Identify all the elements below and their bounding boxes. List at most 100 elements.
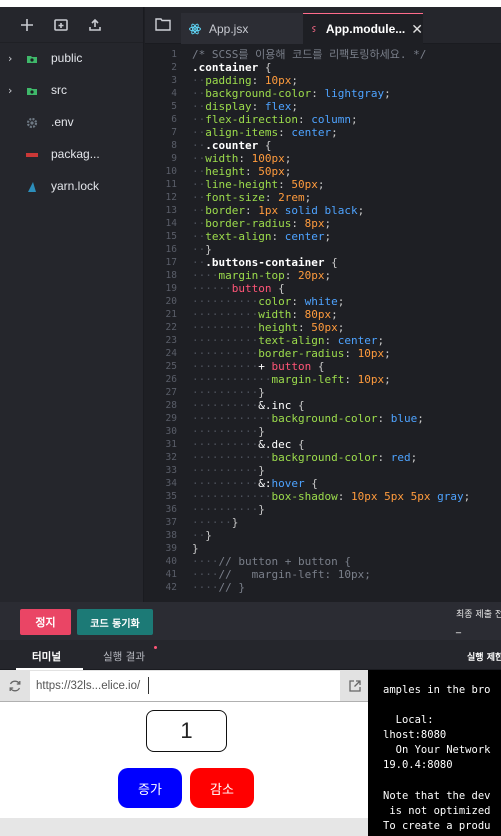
tree-item-yarn-lock[interactable]: yarn.lock — [0, 171, 143, 203]
code-token: : — [297, 321, 312, 334]
line-number: 10 — [165, 166, 177, 177]
code-text: ····// margin-left: 10px; — [192, 568, 371, 581]
tree-item-env[interactable]: .env — [0, 107, 143, 139]
code-text: ····// button + button { — [192, 555, 351, 568]
sass-icon — [312, 26, 316, 32]
code-token: { — [291, 399, 305, 412]
code-line: 11 ··line-height: 50px; — [145, 178, 501, 191]
line-number: 24 — [165, 348, 177, 359]
code-token: : — [251, 74, 265, 87]
chevron-right-icon[interactable]: › — [8, 85, 18, 97]
line-number: 41 — [165, 569, 177, 580]
code-token: ······ — [192, 282, 232, 295]
code-token: text-align — [205, 230, 272, 243]
code-token: { — [271, 282, 285, 295]
code-token: red — [390, 451, 411, 464]
code-text: } — [192, 542, 199, 555]
tab-run-result[interactable]: 실행 결과 — [103, 649, 145, 664]
code-text: ············background-color: red; — [192, 451, 417, 464]
code-line: 28 ··········&.inc { — [145, 399, 501, 412]
code-token: ·· — [192, 87, 206, 100]
line-number: 3 — [171, 75, 177, 86]
code-text: ··········&.dec { — [192, 438, 305, 451]
code-token: flex-direction — [205, 113, 298, 126]
code-editor: App.jsx App.module... ✕ 1 /* SCSS를 이용해 코드… — [145, 7, 501, 602]
tab-terminal[interactable]: 터미널 — [32, 649, 61, 664]
line-number: 33 — [165, 465, 177, 476]
tab-label: App.module... — [325, 22, 406, 36]
code-area[interactable]: 1 /* SCSS를 이용해 코드를 리팩토링하세요. */ 2 .container… — [145, 48, 501, 602]
tree-item-public[interactable]: › public — [0, 43, 143, 75]
code-token: } — [258, 464, 265, 477]
code-token: ; — [384, 373, 391, 386]
code-token: ; — [324, 230, 332, 243]
url-input[interactable] — [30, 671, 340, 701]
code-line: 42 ····// } — [145, 581, 501, 594]
code-token: box-shadow — [271, 490, 338, 503]
code-token: ; — [324, 217, 332, 230]
code-token: &.inc — [258, 399, 292, 412]
notification-dot — [154, 646, 157, 649]
code-token: 8px — [304, 217, 325, 230]
code-token: ; — [337, 295, 345, 308]
refresh-icon[interactable] — [8, 679, 22, 693]
code-token: black — [317, 204, 358, 217]
decrement-button[interactable]: 감소 — [190, 768, 254, 808]
code-token: ·········· — [192, 334, 259, 347]
close-icon[interactable]: ✕ — [411, 21, 423, 38]
code-text: ··width: 100px; — [192, 152, 291, 165]
yarn-icon — [28, 182, 36, 192]
code-token: ·· — [192, 191, 206, 204]
terminal-output[interactable]: amples in the bro Local: lhost:8080 On Y… — [368, 670, 501, 836]
terminal-line: Local: — [383, 714, 434, 726]
code-token: : — [291, 308, 305, 321]
code-line: 18 ····margin-top: 20px; — [145, 269, 501, 282]
chevron-right-icon[interactable]: › — [8, 53, 18, 65]
code-line: 14 ··border-radius: 8px; — [145, 217, 501, 230]
preview-urlbar — [0, 670, 368, 702]
preview-page: 1 증가 감소 — [0, 702, 368, 836]
code-token: ·· — [192, 139, 206, 152]
code-token: ·········· — [192, 347, 259, 360]
container-background — [0, 818, 368, 836]
code-token: ······ — [192, 516, 232, 529]
code-line: 3 ··padding: 10px; — [145, 74, 501, 87]
code-token: padding — [205, 74, 252, 87]
code-token: : — [377, 451, 391, 464]
code-token: border-radius — [258, 347, 345, 360]
code-sync-button[interactable]: 코드 동기화 — [77, 609, 153, 635]
tree-item-src[interactable]: › src — [0, 75, 143, 107]
code-text: ··········} — [192, 464, 265, 477]
stop-button[interactable]: 정지 — [20, 609, 71, 635]
tab-app-module-scss[interactable]: App.module... ✕ — [303, 13, 423, 44]
files-icon[interactable] — [155, 17, 171, 31]
code-token: ; — [324, 269, 332, 282]
code-token: width — [205, 152, 239, 165]
code-text: ··.buttons-container { — [192, 256, 338, 269]
code-text: ··········} — [192, 503, 265, 516]
code-text: ··display: flex; — [192, 100, 298, 113]
code-token: ·· — [192, 178, 206, 191]
line-number: 23 — [165, 335, 177, 346]
open-new-tab-icon[interactable] — [348, 679, 362, 693]
code-token: margin-top — [218, 269, 285, 282]
code-token: } — [205, 529, 212, 542]
code-token: ·········· — [192, 386, 259, 399]
code-token: center — [284, 230, 325, 243]
new-folder-icon[interactable] — [50, 14, 72, 36]
code-text: /* SCSS를 이용해 코드를 리팩토링하세요. */ — [192, 48, 426, 61]
code-text: ··········text-align: center; — [192, 334, 384, 347]
increment-button[interactable]: 증가 — [118, 768, 182, 808]
new-file-icon[interactable] — [16, 14, 38, 36]
code-token: } — [192, 542, 199, 555]
upload-icon[interactable] — [84, 14, 106, 36]
code-token: : — [245, 204, 259, 217]
run-env-label[interactable]: 실행 제한 — [467, 650, 501, 663]
code-line: 23 ··········text-align: center; — [145, 334, 501, 347]
tree-item-package[interactable]: packag... — [0, 139, 143, 171]
code-token: 50px — [258, 165, 285, 178]
code-token: align-items — [205, 126, 279, 139]
tab-app-jsx[interactable]: App.jsx — [181, 13, 303, 44]
code-token: font-size — [205, 191, 265, 204]
code-text: ······} — [192, 516, 238, 529]
